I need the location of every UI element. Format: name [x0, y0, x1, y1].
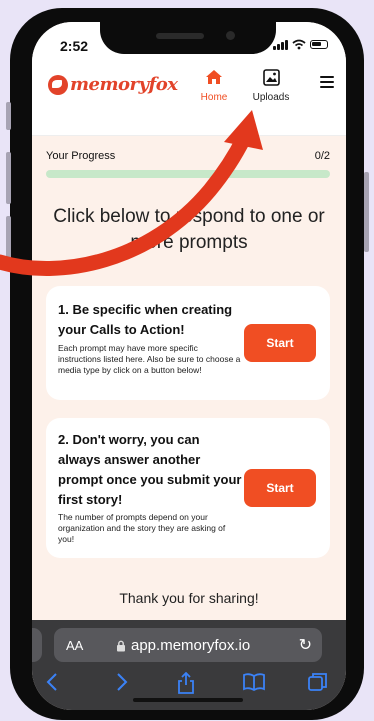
- home-indicator: [133, 698, 243, 702]
- phone-screen: 2:52 memoryfox Home Uploads Your Progres…: [32, 22, 346, 710]
- thanks-message: Thank you for sharing!: [119, 590, 259, 606]
- nav-home-label: Home: [200, 92, 228, 103]
- home-icon: [194, 66, 234, 88]
- prompt-description: The number of prompts depend on your org…: [58, 512, 226, 544]
- battery-icon: [310, 40, 328, 49]
- wifi-icon: [292, 39, 306, 50]
- bookmarks-icon[interactable]: [242, 672, 266, 696]
- app-header: memoryfox Home Uploads: [32, 56, 346, 136]
- page-title: Click below to respond to one or more pr…: [53, 206, 325, 253]
- hamburger-icon[interactable]: [320, 76, 334, 91]
- reader-aa-button[interactable]: AA: [66, 638, 83, 653]
- logo-text: memoryfox: [70, 74, 178, 95]
- url: app.memoryfox.io: [116, 637, 250, 654]
- prompt-card: 2. Don't worry, you can always answer an…: [46, 418, 330, 558]
- mute-switch: [6, 102, 11, 130]
- nav-home[interactable]: Home: [194, 66, 234, 103]
- url-text: app.memoryfox.io: [131, 637, 251, 654]
- back-icon[interactable]: [46, 672, 58, 696]
- share-icon[interactable]: [177, 671, 195, 698]
- status-icons: [273, 39, 328, 50]
- start-button[interactable]: Start: [244, 324, 316, 362]
- progress-label: Your Progress: [46, 150, 116, 162]
- fox-logo-icon: [48, 74, 68, 95]
- previous-tab[interactable]: [32, 628, 42, 662]
- nav-uploads[interactable]: Uploads: [244, 66, 298, 103]
- address-bar[interactable]: AA app.memoryfox.io ↻: [54, 628, 322, 662]
- progress-bar: [46, 170, 330, 178]
- browser-toolbar: [32, 670, 346, 700]
- tabs-icon[interactable]: [308, 672, 328, 696]
- prompt-title: 1. Be specific when creating your Calls …: [58, 302, 233, 337]
- volume-down-button: [6, 216, 11, 268]
- image-icon: [244, 66, 298, 88]
- signal-icon: [273, 39, 288, 50]
- phone-notch: [100, 22, 276, 54]
- power-button: [364, 172, 369, 252]
- nav-uploads-label: Uploads: [252, 92, 290, 103]
- status-time: 2:52: [60, 38, 89, 54]
- forward-icon[interactable]: [116, 672, 128, 696]
- start-button[interactable]: Start: [244, 469, 316, 507]
- prompt-card: 1. Be specific when creating your Calls …: [46, 286, 330, 400]
- lock-icon: [117, 640, 125, 651]
- prompt-title: 2. Don't worry, you can always answer an…: [58, 432, 242, 507]
- memoryfox-logo[interactable]: memoryfox: [48, 74, 178, 95]
- volume-up-button: [6, 152, 11, 204]
- browser-bar: AA app.memoryfox.io ↻: [32, 620, 346, 710]
- prompt-description: Each prompt may have more specific instr…: [58, 343, 241, 375]
- reload-icon[interactable]: ↻: [299, 635, 312, 655]
- progress-count: 0/2: [314, 150, 330, 162]
